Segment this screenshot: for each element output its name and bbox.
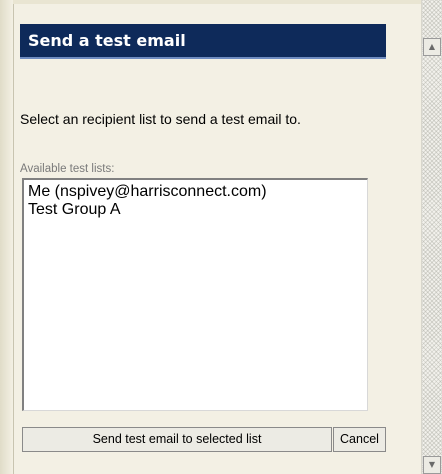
available-lists-label: Available test lists: <box>20 163 115 175</box>
scroll-up-arrow-icon[interactable]: ▲ <box>423 38 441 56</box>
dialog-title-bar: Send a test email <box>20 24 386 59</box>
list-item-test-group-a[interactable]: Test Group A <box>28 201 363 219</box>
dialog-title: Send a test email <box>28 31 186 50</box>
popup-window: Send a test email Select an recipient li… <box>0 0 442 474</box>
scroll-down-arrow-icon[interactable]: ▼ <box>423 456 441 474</box>
instruction-text: Select an recipient list to send a test … <box>20 111 301 127</box>
send-test-email-button[interactable]: Send test email to selected list <box>22 427 332 452</box>
test-lists-listbox[interactable]: Me (nspivey@harrisconnect.com) Test Grou… <box>22 178 368 411</box>
cancel-button[interactable]: Cancel <box>333 427 386 452</box>
list-item-me[interactable]: Me (nspivey@harrisconnect.com) <box>28 183 363 201</box>
vertical-scrollbar[interactable]: ▲ ▼ <box>421 0 442 474</box>
window-left-edge <box>0 0 13 474</box>
